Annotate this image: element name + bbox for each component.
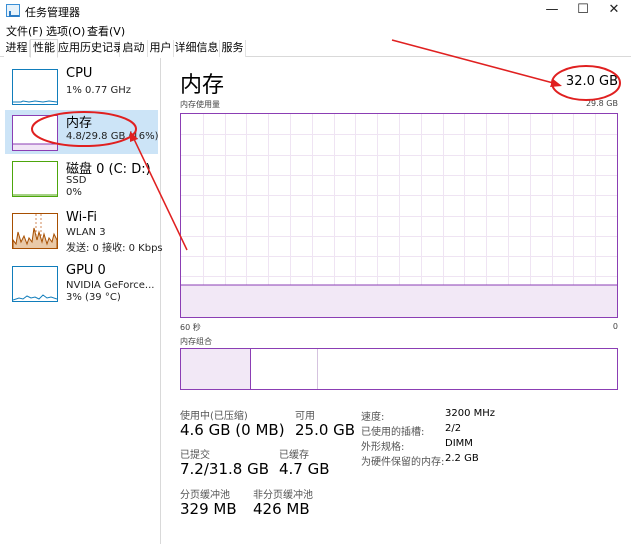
axis-left-label: 60 秒	[180, 323, 201, 332]
menu-options[interactable]: 选项(O)	[46, 23, 85, 39]
close-button[interactable]: ✕	[594, 0, 631, 20]
sidebar-item-detail: WLAN 3	[66, 227, 106, 238]
memory-thumbnail	[12, 115, 58, 151]
sidebar-item-detail: SSD	[66, 175, 87, 186]
sidebar-item-detail: 1% 0.77 GHz	[66, 85, 132, 96]
stat-value: 4.7 GB	[279, 460, 330, 478]
sidebar-item-detail: 0%	[66, 187, 82, 198]
detail-value: 2.2 GB	[445, 453, 479, 464]
window-title: 任务管理器	[25, 6, 80, 19]
sidebar-item-label: CPU	[66, 66, 93, 81]
tab-details[interactable]: 详细信息	[174, 40, 220, 57]
task-manager-icon	[6, 4, 20, 17]
stat-value: 426 MB	[253, 500, 310, 518]
detail-value: DIMM	[445, 438, 473, 449]
sidebar-item-disk[interactable]: 磁盘 0 (C: D:) SSD 0%	[5, 156, 158, 200]
sidebar-item-memory[interactable]: 内存 4.8/29.8 GB (16%)	[5, 110, 159, 154]
stat-label: 可用	[295, 411, 315, 422]
tab-services[interactable]: 服务	[220, 40, 246, 57]
tab-app-history[interactable]: 应用历史记录	[58, 40, 124, 57]
detail-label: 已使用的插槽:	[361, 427, 425, 438]
sidebar-item-detail: 发送: 0 接收: 0 Kbps	[66, 243, 163, 254]
stat-label: 已提交	[180, 450, 210, 461]
detail-label: 速度:	[361, 412, 385, 423]
title-bar: 任务管理器 — ☐ ✕	[0, 0, 631, 22]
stat-value: 329 MB	[180, 500, 237, 518]
tab-users[interactable]: 用户	[148, 40, 174, 57]
usage-graph-label: 内存使用量	[180, 100, 220, 109]
cpu-thumbnail	[12, 69, 58, 105]
gpu-thumbnail	[12, 266, 58, 302]
detail-value: 2/2	[445, 423, 462, 434]
sidebar-item-label: Wi-Fi	[66, 210, 98, 225]
stat-label: 分页缓冲池	[180, 490, 230, 501]
detail-value: 3200 MHz	[445, 408, 496, 419]
sidebar-item-detail: NVIDIA GeForce...	[66, 280, 155, 291]
memory-usage-chart	[181, 114, 617, 317]
memory-composition-bar	[180, 348, 618, 390]
in-use-segment	[181, 349, 251, 389]
usage-area	[181, 285, 617, 317]
sidebar-item-label: 内存	[66, 116, 93, 131]
tab-performance[interactable]: 性能	[30, 39, 58, 58]
memory-usage-graph	[180, 113, 618, 318]
task-manager-window: 任务管理器 — ☐ ✕ 文件(F) 选项(O) 查看(V) 进程 性能 应用历史…	[0, 0, 631, 544]
page-title: 内存	[180, 73, 225, 98]
usage-graph-max: 29.8 GB	[585, 99, 618, 108]
sidebar-item-detail: 3% (39 °C)	[66, 292, 121, 303]
resource-sidebar: CPU 1% 0.77 GHz 内存 4.8/29.8 GB (16%) 磁盘 …	[0, 58, 163, 544]
stat-value: 4.6 GB (0 MB)	[180, 421, 285, 439]
menu-file[interactable]: 文件(F)	[6, 23, 43, 39]
menu-view[interactable]: 查看(V)	[87, 23, 125, 39]
stat-label: 非分页缓冲池	[253, 490, 313, 501]
sidebar-item-gpu[interactable]: GPU 0 NVIDIA GeForce... 3% (39 °C)	[5, 261, 158, 305]
total-memory: 32.0 GB	[565, 74, 618, 89]
disk-thumbnail	[12, 161, 58, 197]
memory-panel: 内存 32.0 GB 内存使用量 29.8 GB 60 秒 0 内存组合 使用中…	[161, 58, 631, 544]
composition-label: 内存组合	[180, 337, 212, 346]
modified-segment	[252, 349, 318, 389]
sidebar-item-label: GPU 0	[66, 263, 106, 278]
tab-startup[interactable]: 启动	[120, 40, 148, 57]
sidebar-item-detail: 4.8/29.8 GB (16%)	[66, 131, 159, 142]
wifi-thumbnail	[12, 213, 58, 249]
stat-value: 7.2/31.8 GB	[180, 460, 269, 478]
stat-label: 使用中(已压缩)	[180, 411, 248, 422]
tab-processes[interactable]: 进程	[4, 40, 30, 57]
sidebar-item-cpu[interactable]: CPU 1% 0.77 GHz	[5, 64, 158, 108]
tab-bar: 进程 性能 应用历史记录 启动 用户 详细信息 服务	[0, 39, 631, 58]
detail-label: 为硬件保留的内存:	[361, 457, 445, 468]
axis-right-label: 0	[612, 322, 618, 331]
detail-label: 外形规格:	[361, 442, 405, 453]
stat-value: 25.0 GB	[295, 421, 356, 439]
stat-label: 已缓存	[279, 450, 309, 461]
sidebar-item-wifi[interactable]: Wi-Fi WLAN 3 发送: 0 接收: 0 Kbps	[5, 208, 163, 254]
